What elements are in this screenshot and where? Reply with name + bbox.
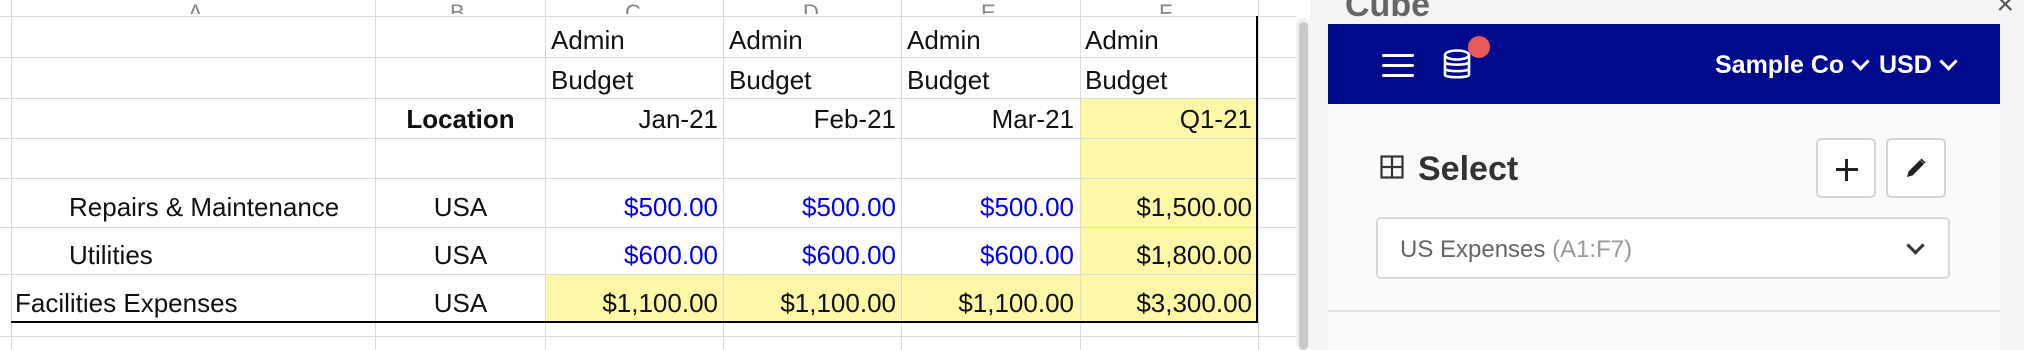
- column-header-f[interactable]: F: [1159, 0, 1172, 14]
- select-card: [1328, 104, 2000, 310]
- cell-f3-period[interactable]: Q1-21: [1081, 106, 1252, 132]
- cell-e6-value[interactable]: $600.00: [902, 242, 1074, 268]
- cell-f5-total[interactable]: $1,500.00: [1081, 194, 1252, 220]
- select-title: Select: [1418, 150, 1519, 188]
- column-header-e[interactable]: E: [981, 0, 996, 14]
- row-line: [0, 138, 1296, 139]
- range-border-bottom: [11, 321, 1258, 323]
- dataset-name: US Expenses: [1400, 236, 1546, 263]
- row-line: [0, 98, 1296, 99]
- currency-name: USD: [1879, 51, 1932, 79]
- cell-d6-value[interactable]: $600.00: [724, 242, 896, 268]
- cell-b7-location[interactable]: USA: [376, 290, 545, 316]
- row-line: [0, 227, 1296, 228]
- hamburger-icon[interactable]: [1382, 54, 1414, 77]
- row-line: [0, 178, 1296, 179]
- cell-f6-total[interactable]: $1,800.00: [1081, 242, 1252, 268]
- cell-c7-value[interactable]: $1,100.00: [546, 290, 718, 316]
- cell-e5-value[interactable]: $500.00: [902, 194, 1074, 220]
- range-border-right: [1256, 16, 1258, 323]
- cell-d1[interactable]: Admin: [729, 27, 803, 53]
- cell-f7-total[interactable]: $3,300.00: [1081, 290, 1252, 316]
- cell-d7-value[interactable]: $1,100.00: [724, 290, 896, 316]
- database-icon[interactable]: [1442, 49, 1472, 81]
- panel-title: Cube: [1345, 0, 1430, 24]
- pencil-icon: [1907, 158, 1926, 177]
- cell-b6-location[interactable]: USA: [376, 242, 545, 268]
- chevron-down-icon: [1939, 52, 1958, 71]
- cell-c3-period[interactable]: Jan-21: [546, 106, 719, 132]
- cell-d3-period[interactable]: Feb-21: [724, 106, 896, 132]
- column-header-c[interactable]: C: [625, 0, 641, 14]
- cell-c6-value[interactable]: $600.00: [546, 242, 718, 268]
- cell-e7-value[interactable]: $1,100.00: [902, 290, 1074, 316]
- notification-dot: [1468, 36, 1490, 58]
- cell-b3-location[interactable]: Location: [376, 106, 545, 132]
- dataset-range: (A1:F7): [1552, 236, 1633, 263]
- col-line: [11, 0, 12, 350]
- cell-c5-value[interactable]: $500.00: [546, 194, 718, 220]
- cell-a7-label[interactable]: Facilities Expenses: [15, 290, 238, 316]
- plus-icon: [1845, 159, 1848, 181]
- dataset-label: US Expenses (A1:F7): [1400, 236, 1632, 264]
- chevron-down-icon: [1851, 52, 1870, 71]
- cell-b5-location[interactable]: USA: [376, 194, 545, 220]
- cell-a6-label[interactable]: Utilities: [69, 242, 153, 268]
- cell-e3-period[interactable]: Mar-21: [902, 106, 1074, 132]
- cell-d2[interactable]: Budget: [729, 67, 811, 93]
- spreadsheet-grid[interactable]: A B C D E F Admin Admin Admin Admin Budg…: [0, 0, 1310, 350]
- cell-a5-label[interactable]: Repairs & Maintenance: [69, 194, 339, 220]
- currency-selector[interactable]: USD: [1879, 51, 1958, 80]
- cell-c2[interactable]: Budget: [551, 67, 633, 93]
- chevron-down-icon: [1906, 236, 1925, 255]
- cell-e1[interactable]: Admin: [907, 27, 981, 53]
- cell-e2[interactable]: Budget: [907, 67, 989, 93]
- card-lower-section: [1328, 312, 2000, 350]
- cell-f2[interactable]: Budget: [1085, 67, 1167, 93]
- close-icon[interactable]: ×: [1996, 0, 2014, 20]
- cell-f1[interactable]: Admin: [1085, 27, 1159, 53]
- row-line: [0, 336, 1296, 337]
- company-name: Sample Co: [1715, 51, 1845, 79]
- edit-button[interactable]: [1886, 138, 1946, 198]
- col-line: [1258, 0, 1259, 350]
- row-line: [0, 274, 1296, 275]
- cell-c1[interactable]: Admin: [551, 27, 625, 53]
- row-line: [0, 57, 1296, 58]
- row-line: [0, 16, 1296, 17]
- grid-icon: [1380, 155, 1404, 179]
- cell-d5-value[interactable]: $500.00: [724, 194, 896, 220]
- column-header-d[interactable]: D: [803, 0, 819, 14]
- column-header-b[interactable]: B: [450, 0, 465, 14]
- sheet-scrollbar-thumb[interactable]: [1299, 22, 1308, 350]
- column-header-a[interactable]: A: [188, 0, 203, 14]
- dataset-select-dropdown[interactable]: US Expenses (A1:F7): [1376, 217, 1950, 279]
- panel-top-bar: Sample Co USD: [1328, 24, 2000, 104]
- company-selector[interactable]: Sample Co: [1715, 51, 1870, 80]
